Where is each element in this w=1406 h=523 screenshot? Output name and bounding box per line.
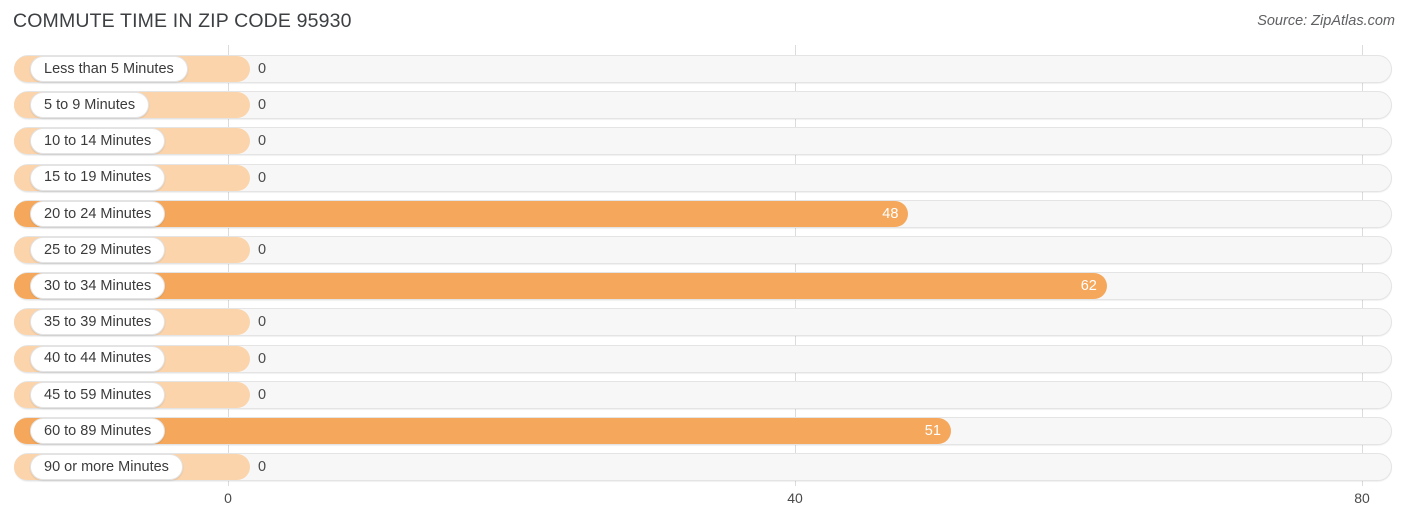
category-label: 60 to 89 Minutes (44, 422, 152, 439)
bar-row[interactable]: 35 to 39 Minutes 0 (0, 305, 1406, 341)
chart-plot-area: Less than 5 Minutes 0 5 to 9 Minutes 0 10 to… (0, 45, 1406, 486)
chart-header: COMMUTE TIME IN ZIP CODE 95930 Source: Z… (0, 0, 1406, 45)
category-label: 5 to 9 Minutes (44, 96, 136, 113)
category-label-pill: 15 to 19 Minutes (30, 164, 166, 191)
bar-value-label: 0 (258, 61, 267, 77)
category-label-pill: 10 to 14 Minutes (30, 128, 166, 155)
category-label: 45 to 59 Minutes (44, 386, 152, 403)
category-label-pill: Less than 5 Minutes (30, 56, 188, 82)
category-label-pill: 45 to 59 Minutes (30, 381, 166, 408)
category-label: Less than 5 Minutes (44, 60, 174, 77)
bar-row[interactable]: 15 to 19 Minutes 0 (0, 161, 1406, 197)
category-label-pill: 20 to 24 Minutes (30, 200, 166, 227)
bar-value-label: 0 (258, 133, 267, 150)
x-tick-label: 40 (787, 490, 803, 506)
category-label: 25 to 29 Minutes (44, 241, 152, 258)
x-tick-label: 80 (1354, 490, 1370, 506)
category-label-pill: 40 to 44 Minutes (30, 345, 166, 372)
category-label-pill: 60 to 89 Minutes (30, 418, 166, 444)
bar-row[interactable]: 25 to 29 Minutes 0 (0, 233, 1406, 269)
bar-value-label: 0 (258, 386, 267, 403)
bar-row[interactable]: Less than 5 Minutes 0 (0, 52, 1406, 88)
category-label: 15 to 19 Minutes (44, 169, 152, 186)
x-tick-label: 0 (224, 490, 232, 506)
bar-value-label: 0 (258, 314, 267, 331)
category-label: 35 to 39 Minutes (44, 314, 152, 331)
bar-value-label: 51 (924, 423, 941, 439)
bar-value-label: 48 (882, 205, 899, 222)
bar-value-label: 0 (258, 242, 267, 258)
category-label: 20 to 24 Minutes (44, 205, 152, 222)
category-label: 90 or more Minutes (44, 458, 169, 475)
bar-row[interactable]: 45 to 59 Minutes 0 (0, 378, 1406, 414)
bar-value-label: 0 (258, 459, 267, 476)
category-label-pill: 5 to 9 Minutes (30, 92, 150, 119)
category-label-pill: 35 to 39 Minutes (30, 309, 166, 336)
category-label: 30 to 34 Minutes (44, 277, 152, 294)
category-label-pill: 90 or more Minutes (30, 454, 183, 481)
bar-value-label: 0 (258, 169, 267, 186)
bar-row[interactable]: 10 to 14 Minutes 0 (0, 124, 1406, 160)
page-title: COMMUTE TIME IN ZIP CODE 95930 (13, 10, 352, 32)
source-attribution: Source: ZipAtlas.com (1257, 13, 1395, 29)
bar-row[interactable]: 20 to 24 Minutes 48 (0, 197, 1406, 233)
bar-fill (14, 273, 1107, 300)
category-label-pill: 25 to 29 Minutes (30, 237, 166, 263)
category-label: 40 to 44 Minutes (44, 350, 152, 367)
bar-row[interactable]: 60 to 89 Minutes 51 (0, 414, 1406, 450)
bar-row[interactable]: 40 to 44 Minutes 0 (0, 342, 1406, 378)
bar-value-label: 0 (258, 97, 267, 114)
bar-row[interactable]: 90 or more Minutes 0 (0, 450, 1406, 486)
bar-value-label: 0 (258, 350, 267, 367)
x-axis: 0 40 80 (0, 486, 1406, 523)
category-label: 10 to 14 Minutes (44, 133, 152, 150)
bar-value-label: 62 (1080, 278, 1097, 295)
bar-row[interactable]: 5 to 9 Minutes 0 (0, 88, 1406, 124)
bar-row[interactable]: 30 to 34 Minutes 62 (0, 269, 1406, 305)
category-label-pill: 30 to 34 Minutes (30, 273, 166, 300)
